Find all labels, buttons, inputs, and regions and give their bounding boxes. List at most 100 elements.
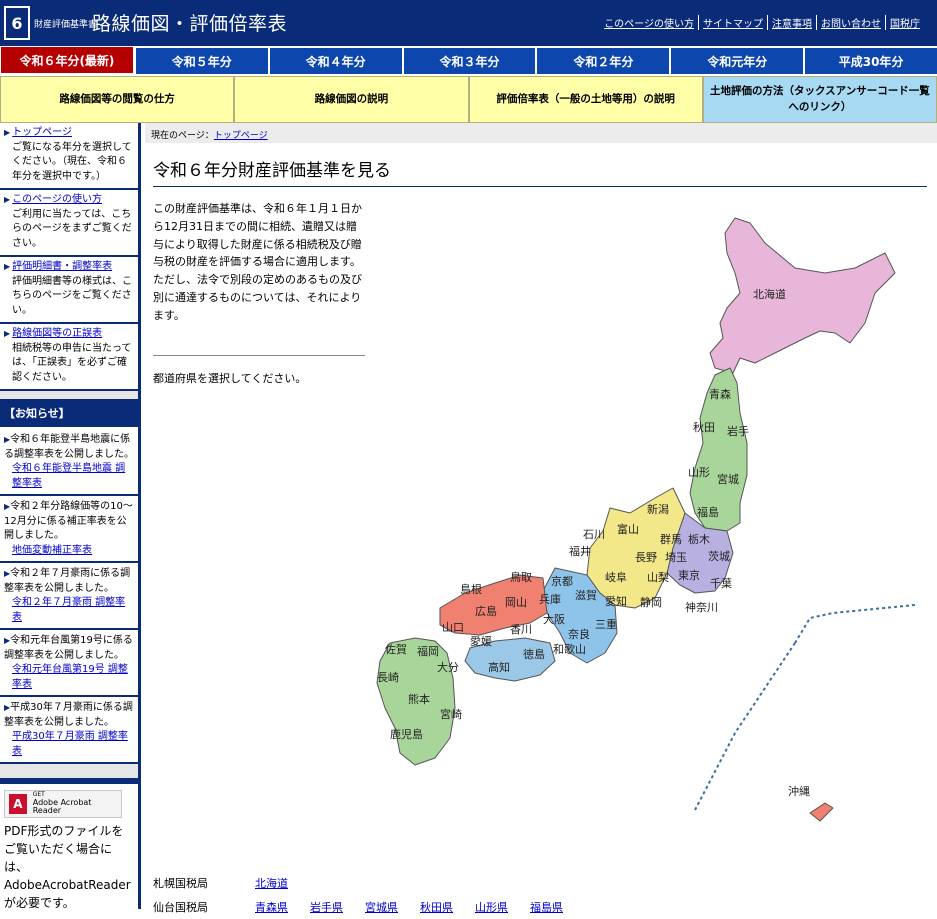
map-label-ishikawa[interactable]: 石川 [583, 528, 605, 541]
sidebar-item-forms: ▶ 評価明細書・調整率表 評価明細書等の様式は、こちらのページをご覧ください。 [0, 257, 138, 324]
guide-multiplier-explain[interactable]: 評価倍率表（一般の土地等用）の説明 [468, 76, 703, 123]
logo-subtitle: 財産評価基準書 [34, 20, 98, 30]
site-title[interactable]: 路線価図・評価倍率表 [92, 9, 287, 36]
pref-link-yamagata[interactable]: 山形県 [475, 899, 508, 915]
link-nta[interactable]: 国税庁 [885, 15, 924, 30]
map-label-wakayama[interactable]: 和歌山 [553, 642, 586, 656]
tab-h30[interactable]: 平成30年分 [805, 46, 937, 74]
map-label-kanagawa[interactable]: 神奈川 [685, 600, 718, 614]
map-label-okinawa[interactable]: 沖縄 [788, 784, 810, 798]
tab-r6[interactable]: 令和６年分(最新) [0, 46, 134, 74]
logo-number-icon[interactable]: 6 [4, 6, 30, 40]
map-label-oita[interactable]: 大分 [437, 660, 459, 674]
year-tabs: 令和６年分(最新) 令和５年分 令和４年分 令和３年分 令和２年分 令和元年分 … [0, 46, 937, 74]
map-label-tokyo[interactable]: 東京 [678, 568, 700, 582]
guide-valuation-method[interactable]: 土地評価の方法（タックスアンサーコード一覧へのリンク） [702, 76, 937, 123]
tab-r3[interactable]: 令和３年分 [403, 46, 536, 74]
pref-link-aomori[interactable]: 青森県 [255, 899, 288, 915]
news-header: 【お知らせ】 [0, 399, 138, 429]
sidebar-link-errata[interactable]: 路線価図等の正誤表 [12, 328, 102, 339]
news-link[interactable]: 令和元年台風第19号 調整率表 [4, 663, 134, 692]
map-label-shimane[interactable]: 島根 [460, 582, 482, 596]
pref-link-iwate[interactable]: 岩手県 [310, 899, 343, 915]
divider [153, 355, 365, 356]
sidebar-link-forms[interactable]: 評価明細書・調整率表 [12, 261, 112, 272]
link-how-to-use[interactable]: このページの使い方 [600, 15, 698, 30]
map-label-hokkaido[interactable]: 北海道 [753, 287, 786, 301]
map-label-yamaguchi[interactable]: 山口 [442, 621, 464, 634]
news-text: 令和２年７月豪雨に係る調整率表を公開しました。 [4, 568, 131, 594]
tab-r1[interactable]: 令和元年分 [671, 46, 804, 74]
sidebar: ▶ トップページ ご覧になる年分を選択してください。（現在、令和６年分を選択中です… [0, 123, 141, 909]
guide-rosenka-explain[interactable]: 路線価図の説明 [234, 76, 469, 123]
pref-link-miyagi[interactable]: 宮城県 [365, 899, 398, 915]
map-label-saga[interactable]: 佐賀 [385, 642, 407, 656]
map-label-kumamoto[interactable]: 熊本 [408, 692, 430, 706]
pref-link-hokkaido[interactable]: 北海道 [255, 875, 288, 891]
map-label-nagasaki[interactable]: 長崎 [377, 670, 399, 684]
link-sitemap[interactable]: サイトマップ [698, 15, 767, 30]
map-label-kyoto[interactable]: 京都 [551, 574, 573, 588]
news-link[interactable]: 地価変動補正率表 [4, 544, 134, 559]
map-label-hyogo[interactable]: 兵庫 [539, 592, 561, 606]
guide-how-to-read[interactable]: 路線価図等の閲覧の仕方 [0, 76, 235, 123]
map-label-hiroshima[interactable]: 広島 [475, 604, 497, 618]
news-item: ▶令和６年能登半島地震に係る調整率表を公開しました。 令和６年能登半島地震 調整… [0, 429, 138, 496]
map-label-chiba[interactable]: 千葉 [710, 576, 732, 590]
map-label-tokushima[interactable]: 徳島 [523, 647, 545, 661]
news-link[interactable]: 令和６年能登半島地震 調整率表 [4, 462, 134, 491]
map-label-akita[interactable]: 秋田 [693, 420, 715, 434]
map-label-okayama[interactable]: 岡山 [505, 596, 527, 609]
acrobat-reader-badge[interactable]: A GET Adobe Acrobat Reader [4, 790, 122, 818]
sidebar-desc: 評価明細書等の様式は、こちらのページをご覧ください。 [12, 275, 132, 316]
map-label-saitama[interactable]: 埼玉 [665, 550, 687, 564]
arrow-right-icon: ▶ [4, 195, 11, 204]
guide-row: 路線価図等の閲覧の仕方 路線価図の説明 評価倍率表（一般の土地等用）の説明 土地… [0, 76, 937, 123]
map-label-tochigi[interactable]: 栃木 [688, 532, 710, 546]
main-content: 現在のページ：トップページ 令和６年分財産評価基準を見る この財産評価基準は、令… [145, 123, 937, 914]
map-label-gifu[interactable]: 岐阜 [605, 571, 627, 584]
map-label-shizuoka[interactable]: 静岡 [640, 595, 662, 609]
map-label-yamanashi[interactable]: 山梨 [647, 570, 669, 584]
tab-r4[interactable]: 令和４年分 [269, 46, 402, 74]
map-label-nara[interactable]: 奈良 [568, 627, 590, 641]
map-label-shiga[interactable]: 滋賀 [575, 589, 597, 602]
pref-link-akita[interactable]: 秋田県 [420, 899, 453, 915]
map-label-mie[interactable]: 三重 [595, 617, 617, 631]
tab-r5[interactable]: 令和５年分 [135, 46, 268, 74]
map-label-ehime[interactable]: 愛媛 [470, 634, 492, 648]
breadcrumb-top-link[interactable]: トップページ [214, 131, 268, 141]
bureau-name: 仙台国税局 [153, 901, 208, 914]
news-link[interactable]: 令和２年７月豪雨 調整率表 [4, 596, 134, 625]
map-label-fukui[interactable]: 福井 [569, 544, 591, 558]
news-link[interactable]: 平成30年７月豪雨 調整率表 [4, 730, 134, 759]
map-label-kagoshima[interactable]: 鹿児島 [390, 727, 423, 741]
map-label-kagawa[interactable]: 香川 [510, 623, 532, 636]
map-label-toyama[interactable]: 富山 [617, 522, 639, 536]
sidebar-link-how-to[interactable]: このページの使い方 [12, 194, 102, 205]
map-label-niigata[interactable]: 新潟 [647, 502, 669, 516]
sidebar-link-top[interactable]: トップページ [12, 127, 72, 138]
link-contact[interactable]: お問い合わせ [816, 15, 885, 30]
map-label-kochi[interactable]: 高知 [488, 660, 510, 674]
map-label-tottori[interactable]: 鳥取 [510, 570, 532, 584]
pref-link-fukushima[interactable]: 福島県 [530, 899, 563, 915]
map-label-yamagata[interactable]: 山形 [688, 466, 710, 479]
map-label-aichi[interactable]: 愛知 [605, 594, 627, 608]
link-notes[interactable]: 注意事項 [767, 15, 816, 30]
map-label-gunma[interactable]: 群馬 [660, 532, 682, 546]
map-region-hokkaido[interactable] [709, 217, 896, 374]
map-label-iwate[interactable]: 岩手 [727, 424, 749, 438]
map-label-osaka[interactable]: 大阪 [543, 612, 565, 626]
map-region-okinawa[interactable] [809, 802, 834, 822]
map-label-nagano[interactable]: 長野 [635, 551, 657, 564]
choose-prefecture-text: 都道府県を選択してください。 [153, 372, 307, 385]
map-label-aomori[interactable]: 青森 [709, 387, 731, 401]
map-label-fukushima[interactable]: 福島 [697, 505, 719, 519]
map-label-fukuoka[interactable]: 福岡 [417, 644, 439, 658]
tab-r2[interactable]: 令和２年分 [537, 46, 670, 74]
map-region-chubu[interactable] [586, 487, 686, 609]
map-label-miyagi[interactable]: 宮城 [717, 472, 739, 486]
map-label-ibaraki[interactable]: 茨城 [708, 549, 730, 563]
map-label-miyazaki[interactable]: 宮崎 [440, 707, 462, 721]
